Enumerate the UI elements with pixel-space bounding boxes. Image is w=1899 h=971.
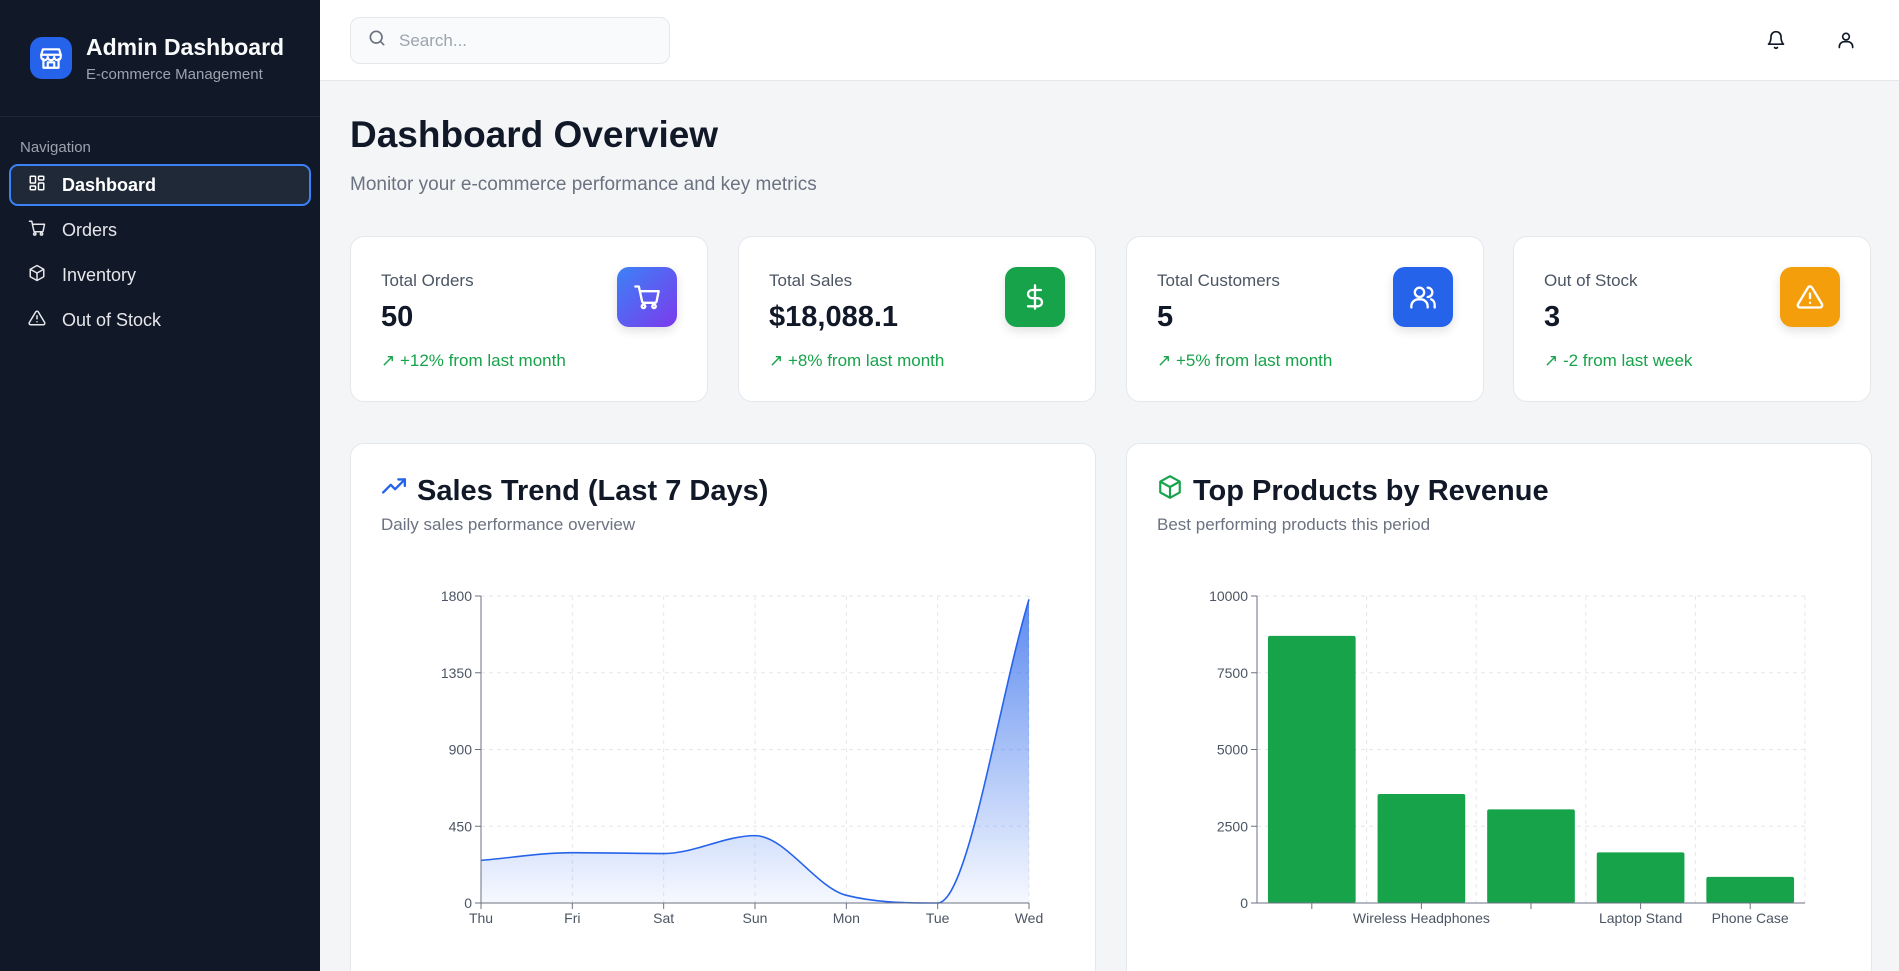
card-value: $18,088.1 (769, 301, 899, 333)
topbar (320, 0, 1899, 81)
bell-icon[interactable] (1763, 27, 1789, 53)
page-title: Dashboard Overview (350, 114, 719, 155)
sidebar-item-label: Inventory (62, 264, 137, 285)
x-tick-label: Fri (564, 910, 580, 926)
alert-triangle-icon (1780, 267, 1840, 327)
card-trend: ↗ +8% from last month (769, 351, 945, 370)
bar (1706, 876, 1795, 903)
y-tick-label: 1800 (441, 588, 472, 604)
bar (1377, 794, 1466, 903)
x-tick-label: Sat (653, 910, 674, 926)
box-icon (28, 264, 46, 287)
x-tick-label: Sun (743, 910, 768, 926)
bar (1267, 635, 1356, 903)
x-tick-label: Wireless Headphones (1353, 910, 1490, 926)
x-tick-label: Mon (833, 910, 860, 926)
sidebar-item-label: Dashboard (62, 174, 157, 195)
search-box (350, 17, 670, 64)
nav-label: Navigation (20, 139, 91, 156)
sidebar-item-orders[interactable]: Orders (9, 209, 311, 251)
search-input[interactable] (399, 30, 649, 51)
users-icon (1393, 267, 1453, 327)
grid-icon (28, 174, 46, 197)
card-label: Out of Stock (1544, 271, 1638, 290)
y-tick-label: 5000 (1217, 742, 1248, 758)
card-trend: ↗ -2 from last week (1544, 351, 1693, 370)
sidebar-item-inventory[interactable]: Inventory (9, 254, 311, 296)
bar (1596, 852, 1685, 903)
sidebar-item-dashboard[interactable]: Dashboard (9, 164, 311, 206)
y-tick-label: 1350 (441, 665, 472, 681)
user-icon[interactable] (1833, 27, 1859, 53)
sales-trend-chart: 0 450 900 1350 1800 Thu Fri Sat Sun Mon Tue Wed (441, 588, 1044, 926)
y-tick-label: 0 (1240, 895, 1248, 911)
main-content: Dashboard Overview Monitor your e-commer… (350, 81, 1872, 971)
x-tick-label: Thu (469, 910, 493, 926)
sidebar: Admin Dashboard E-commerce Management Na… (0, 0, 320, 971)
top-products-panel: Top Products by Revenue Best performing … (1126, 443, 1872, 971)
sidebar-item-out-of-stock[interactable]: Out of Stock (9, 299, 311, 341)
stat-card-total-sales: Total Sales $18,088.1 ↗ +8% from last mo… (738, 236, 1096, 402)
stat-card-total-customers: Total Customers 5 ↗ +5% from last month (1126, 236, 1484, 402)
brand-title: Admin Dashboard (86, 33, 285, 60)
sidebar-item-label: Out of Stock (62, 309, 162, 330)
x-tick-label: Tue (926, 910, 950, 926)
card-label: Total Sales (769, 271, 853, 290)
sidebar-nav: Dashboard Orders Inventory Out of Stock (0, 164, 320, 341)
y-tick-label: 0 (464, 895, 472, 911)
sidebar-item-label: Orders (62, 219, 118, 240)
y-tick-label: 450 (449, 818, 473, 834)
card-value: 3 (1544, 301, 1561, 333)
page-subtitle: Monitor your e-commerce performance and … (350, 174, 817, 195)
x-tick-label: Phone Case (1712, 910, 1789, 926)
card-trend: ↗ +5% from last month (1157, 351, 1333, 370)
dollar-icon (1005, 267, 1065, 327)
brand: Admin Dashboard E-commerce Management (0, 0, 320, 117)
sales-trend-panel: Sales Trend (Last 7 Days) Daily sales pe… (350, 443, 1096, 971)
stat-cards: Total Orders 50 ↗ +12% from last month T… (350, 236, 1871, 402)
brand-subtitle: E-commerce Management (86, 65, 263, 83)
card-value: 5 (1157, 301, 1174, 333)
card-value: 50 (381, 301, 414, 333)
card-trend: ↗ +12% from last month (381, 351, 566, 370)
card-label: Total Orders (381, 271, 474, 290)
stat-card-out-of-stock: Out of Stock 3 ↗ -2 from last week (1513, 236, 1871, 402)
y-tick-label: 900 (449, 742, 473, 758)
y-tick-label: 2500 (1217, 818, 1248, 834)
card-label: Total Customers (1157, 271, 1280, 290)
y-tick-label: 7500 (1217, 665, 1248, 681)
cart-icon (617, 267, 677, 327)
y-tick-label: 10000 (1209, 588, 1248, 604)
alert-triangle-icon (28, 309, 46, 332)
stat-card-total-orders: Total Orders 50 ↗ +12% from last month (350, 236, 708, 402)
x-tick-label: Wed (1015, 910, 1044, 926)
x-tick-label: Laptop Stand (1599, 910, 1682, 926)
cart-icon (28, 219, 46, 242)
search-icon (367, 28, 387, 53)
top-products-chart: 0 2500 5000 7500 10000 Wireless Headphones Lap… (1209, 588, 1806, 926)
bar (1487, 809, 1575, 903)
store-icon (30, 37, 72, 79)
